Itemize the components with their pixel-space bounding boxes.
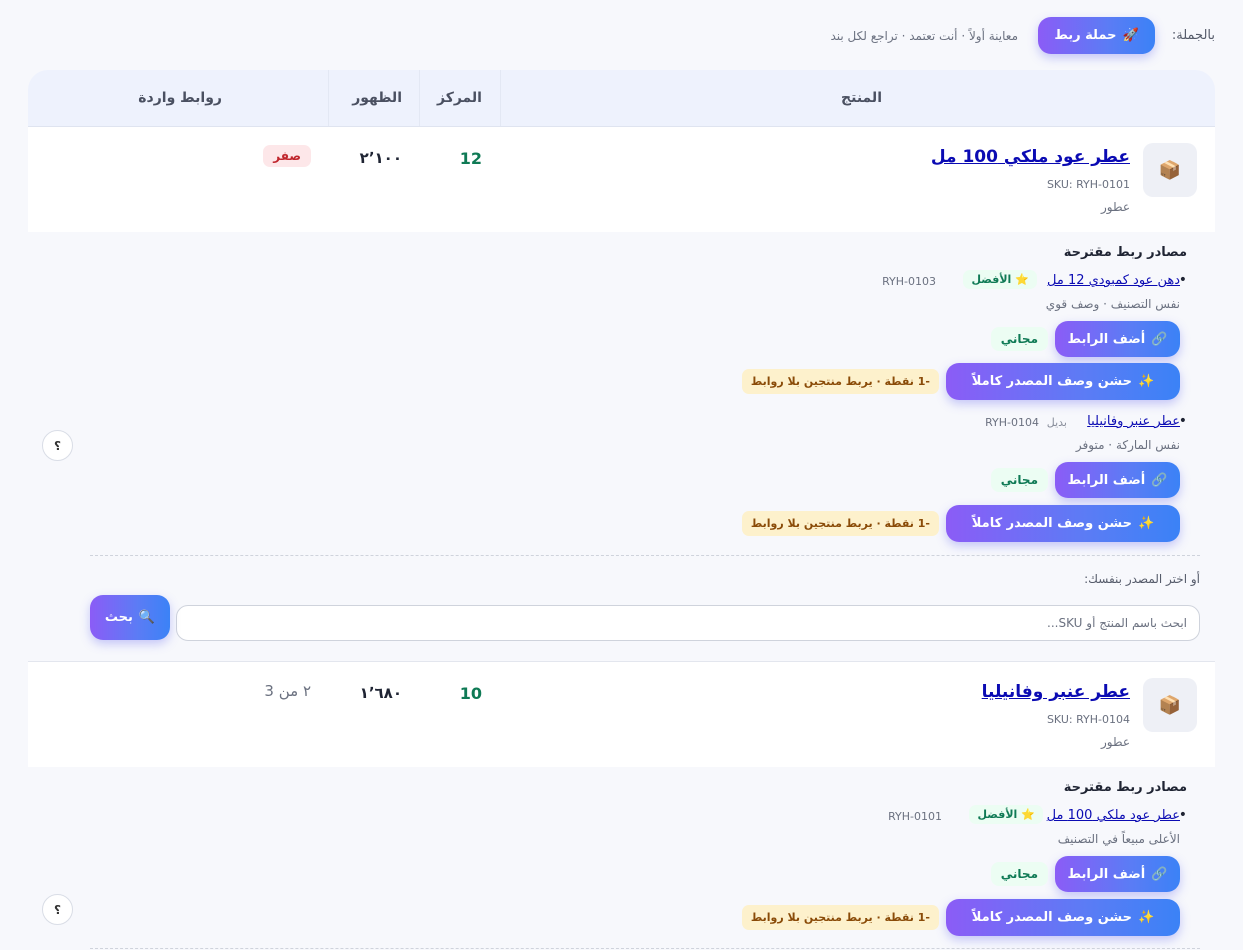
suggestion-link[interactable]: عطر عود ملكي 100 مل <box>1047 808 1180 823</box>
inbound-links-count: ٢ من 3 <box>264 682 311 700</box>
add-link-label: أضف الرابط <box>1067 866 1146 882</box>
suggestion-link[interactable]: دهن عود كمبودي 12 مل <box>1047 273 1180 288</box>
cost-badge: -1 نقطة · يربط منتجين بلا روابط <box>741 369 939 394</box>
bulk-hint: معاينة أولاً · أنت تعتمد · تراجع لكل بند <box>830 29 1018 43</box>
manual-source-label: أو اختر المصدر بنفسك: <box>1084 572 1200 586</box>
product-sku: SKU: RYH-0104 <box>1046 713 1130 726</box>
sparkles-icon: ✨ <box>1138 910 1155 925</box>
search-button-label: بحث <box>104 610 133 625</box>
free-badge: مجاني <box>990 468 1048 492</box>
help-button[interactable]: ؟ <box>42 894 73 925</box>
cost-badge: -1 نقطة · يربط منتجين بلا روابط <box>741 905 939 930</box>
table-row: 📦 عطر عنبر وفانيليا SKU: RYH-0104 عطور 1… <box>28 662 1215 767</box>
product-category: عطور <box>1101 200 1130 214</box>
table-header: المنتج المركز الظهور روابط واردة <box>28 70 1215 127</box>
package-icon: 📦 <box>1143 143 1197 197</box>
fill-description-label: حشن وصف المصدر كاملاً <box>971 374 1133 389</box>
free-badge: مجاني <box>990 862 1048 886</box>
fill-description-label: حشن وصف المصدر كاملاً <box>971 910 1133 925</box>
product-rank: 12 <box>459 149 482 168</box>
add-link-label: أضف الرابط <box>1067 472 1146 488</box>
source-search-input[interactable] <box>176 605 1200 641</box>
link-icon: 🔗 <box>1151 331 1168 347</box>
rocket-icon: 🚀 <box>1122 28 1139 43</box>
product-views: ٢٬١٠٠ <box>359 149 402 167</box>
product-name-link[interactable]: عطر عنبر وفانيليا <box>982 682 1130 702</box>
best-badge: ⭐ الأفضل <box>969 805 1043 824</box>
cost-badge: -1 نقطة · يربط منتجين بلا روابط <box>741 511 939 536</box>
product-views: ١٬٦٨٠ <box>359 684 402 702</box>
suggestions-title: مصادر ربط مقترحة <box>1063 245 1187 260</box>
suggestion-reason: نفس التصنيف · وصف قوي <box>1045 297 1180 311</box>
magnifier-icon: 🔍 <box>138 610 156 625</box>
header-divider <box>328 70 329 126</box>
suggestion-sku: RYH-0103 <box>882 275 936 288</box>
best-badge: ⭐ الأفضل <box>963 270 1037 289</box>
inbound-links-badge: صفر <box>263 145 311 167</box>
sparkles-icon: ✨ <box>1138 516 1155 531</box>
help-button[interactable]: ؟ <box>42 430 73 461</box>
suggestion-reason: نفس الماركة · متوفر <box>1075 438 1180 452</box>
star-icon: ⭐ <box>1021 808 1035 821</box>
link-icon: 🔗 <box>1151 866 1168 882</box>
best-badge-label: الأفضل <box>977 808 1018 821</box>
free-badge: مجاني <box>990 327 1048 351</box>
header-views: الظهور <box>352 90 402 106</box>
link-campaign-label: حملة ربط <box>1054 28 1117 43</box>
add-link-button[interactable]: 🔗 أضف الرابط <box>1055 856 1180 892</box>
fill-description-label: حشن وصف المصدر كاملاً <box>971 516 1133 531</box>
alternative-label: بديل <box>1046 416 1067 429</box>
best-badge-label: الأفضل <box>971 273 1012 286</box>
star-icon: ⭐ <box>1015 273 1029 286</box>
suggestion-sku: RYH-0101 <box>888 810 942 823</box>
link-campaign-button[interactable]: 🚀 حملة ربط <box>1038 17 1155 54</box>
product-category: عطور <box>1101 735 1130 749</box>
product-name-link[interactable]: عطر عود ملكي 100 مل <box>931 147 1130 167</box>
header-product: المنتج <box>841 90 882 106</box>
table-row: 📦 عطر عود ملكي 100 مل SKU: RYH-0101 عطور… <box>28 127 1215 232</box>
add-link-button[interactable]: 🔗 أضف الرابط <box>1055 321 1180 357</box>
divider <box>90 555 1200 556</box>
suggestions-title: مصادر ربط مقترحة <box>1063 780 1187 795</box>
product-sku: SKU: RYH-0101 <box>1046 178 1130 191</box>
top-bar: بالجملة: 🚀 حملة ربط معاينة أولاً · أنت ت… <box>28 17 1215 55</box>
sparkles-icon: ✨ <box>1138 374 1155 389</box>
product-rank: 10 <box>459 684 482 703</box>
header-divider <box>419 70 420 126</box>
fill-description-button[interactable]: ✨ حشن وصف المصدر كاملاً <box>946 505 1180 542</box>
suggestion-reason: الأعلى مبيعاً في التصنيف <box>1057 832 1180 846</box>
add-link-label: أضف الرابط <box>1067 331 1146 347</box>
search-button[interactable]: 🔍 بحث <box>90 595 170 640</box>
header-inbound-links: روابط واردة <box>138 90 222 106</box>
divider <box>90 948 1200 949</box>
add-link-button[interactable]: 🔗 أضف الرابط <box>1055 462 1180 498</box>
suggestions-panel: مصادر ربط مقترحة • عطر عود ملكي 100 مل ⭐… <box>28 767 1215 950</box>
fill-description-button[interactable]: ✨ حشن وصف المصدر كاملاً <box>946 363 1180 400</box>
suggestions-panel: مصادر ربط مقترحة • دهن عود كمبودي 12 مل … <box>28 232 1215 660</box>
fill-description-button[interactable]: ✨ حشن وصف المصدر كاملاً <box>946 899 1180 936</box>
bulk-label: بالجملة: <box>1171 28 1215 43</box>
header-divider <box>500 70 501 126</box>
package-icon: 📦 <box>1143 678 1197 732</box>
suggestion-sku: RYH-0104 <box>985 416 1039 429</box>
suggestion-link[interactable]: عطر عنبر وفانيليا <box>1087 414 1180 429</box>
header-rank: المركز <box>436 90 482 106</box>
link-icon: 🔗 <box>1151 472 1168 488</box>
